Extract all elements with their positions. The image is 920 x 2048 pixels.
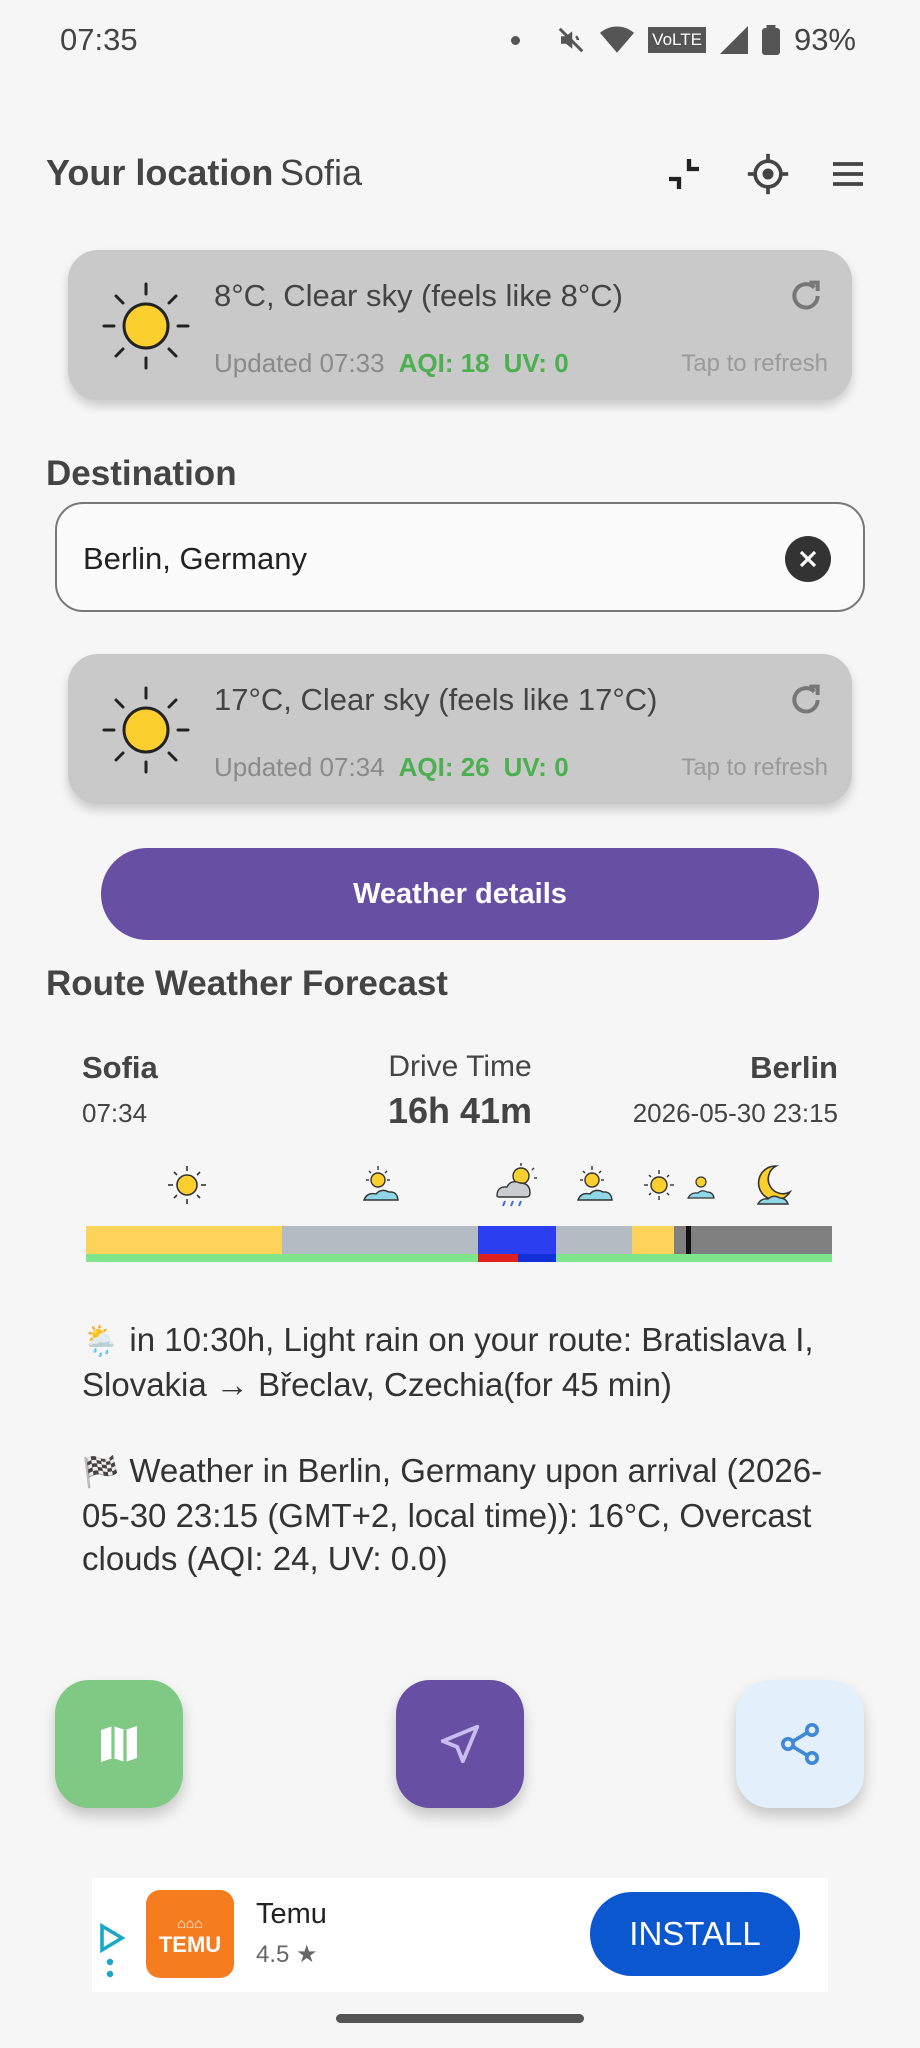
- my-location-button[interactable]: [740, 146, 796, 202]
- rain-alert-text: in 10:30h, Light rain on your route: Bra…: [82, 1321, 814, 1403]
- weather-details-button[interactable]: Weather details: [101, 848, 819, 940]
- battery-percent: 93%: [793, 22, 856, 57]
- status-time: 07:35: [60, 22, 138, 57]
- sun-rain-cloud-icon: [496, 1163, 537, 1207]
- segment-rain: [478, 1226, 556, 1254]
- destination-condition: 17°C, Clear sky (feels like 17°C): [214, 682, 658, 717]
- ad-rating: 4.5 ★: [256, 1941, 318, 1968]
- temu-logo-text: TEMU: [158, 1932, 222, 1957]
- segment-cloudy: [282, 1226, 478, 1254]
- your-location-label: Your location: [46, 152, 274, 193]
- origin-aqi: AQI: 18: [398, 348, 490, 378]
- map-button[interactable]: [55, 1680, 183, 1808]
- signal-icon: [719, 26, 748, 54]
- route-destination-city: Berlin: [750, 1050, 838, 1085]
- route-origin: Sofia 07:34: [82, 1050, 158, 1129]
- install-button[interactable]: INSTALL: [590, 1892, 800, 1976]
- destination-updated-row: Updated 07:34 AQI: 26 UV: 0: [214, 752, 569, 783]
- temu-logo: ⌂⌂⌂ TEMU: [146, 1890, 234, 1978]
- arrival-weather: 🏁 Weather in Berlin, Germany upon arrival…: [82, 1449, 852, 1580]
- partly-sunny-icon: [576, 1166, 613, 1201]
- segment-clear: [86, 1226, 282, 1254]
- route-weather-icons: [86, 1160, 832, 1216]
- sun-icon: [102, 282, 190, 370]
- sun-icon: [168, 1166, 206, 1204]
- rain-alert: 🌦️ in 10:30h, Light rain on your route: B…: [82, 1318, 852, 1406]
- segment-marker: [686, 1226, 691, 1254]
- my-location-icon: [747, 153, 789, 195]
- segment-clear: [632, 1226, 674, 1254]
- route-forecast-title: Route Weather Forecast: [46, 964, 448, 1003]
- origin-condition: 8°C, Clear sky (feels like 8°C): [214, 278, 623, 313]
- mute-icon: [558, 27, 584, 53]
- route-weather-timeline: [86, 1226, 832, 1262]
- route-origin-city: Sofia: [82, 1050, 158, 1085]
- origin-updated: Updated 07:33: [214, 348, 385, 378]
- adchoices-icon[interactable]: [98, 1922, 126, 1982]
- menu-icon: [833, 162, 863, 186]
- refresh-icon[interactable]: [786, 680, 826, 720]
- close-icon: [799, 550, 817, 568]
- moon-icon: [756, 1165, 793, 1205]
- route-destination: Berlin 2026-05-30 23:15: [633, 1050, 838, 1129]
- map-icon: [101, 1726, 137, 1762]
- refresh-icon[interactable]: [786, 276, 826, 316]
- route-arrival-time: 2026-05-30 23:15: [632, 1098, 838, 1128]
- segment-cloudy: [556, 1226, 632, 1254]
- aqi-strip-red: [478, 1254, 518, 1262]
- ad-banner[interactable]: ⌂⌂⌂ TEMU Temu 4.5 ★ INSTALL: [92, 1878, 828, 1992]
- destination-tap-hint: Tap to refresh: [681, 754, 828, 781]
- battery-icon: [761, 25, 780, 55]
- aqi-strip-blue: [518, 1254, 556, 1262]
- drive-time-label: Drive Time: [388, 1050, 532, 1083]
- route-drive-time: Drive Time 16h 41m: [310, 1050, 610, 1132]
- wifi-icon: [600, 26, 635, 53]
- route-forecast-text: 🌦️ in 10:30h, Light rain on your route: B…: [82, 1318, 852, 1623]
- origin-tap-hint: Tap to refresh: [681, 350, 828, 377]
- destination-uv: UV: 0: [503, 752, 569, 782]
- destination-weather-card[interactable]: 17°C, Clear sky (feels like 17°C) Update…: [68, 654, 852, 804]
- notification-dot: [511, 35, 521, 45]
- volte-badge: VoLTE: [648, 27, 706, 53]
- navigation-icon: [440, 1724, 480, 1764]
- collapse-icon: [669, 159, 699, 189]
- route-origin-time: 07:34: [82, 1098, 148, 1128]
- segment-night: [674, 1226, 832, 1254]
- menu-button[interactable]: [820, 146, 876, 202]
- current-location-name: Sofia: [280, 152, 363, 193]
- ad-app-name: Temu: [256, 1898, 327, 1930]
- destination-updated: Updated 07:34: [214, 752, 385, 782]
- drive-time-value: 16h 41m: [387, 1090, 533, 1131]
- arrival-weather-text: Weather in Berlin, Germany upon arrival …: [82, 1452, 823, 1577]
- destination-aqi: AQI: 26: [398, 752, 490, 782]
- origin-weather-card[interactable]: 8°C, Clear sky (feels like 8°C) Updated …: [68, 250, 852, 400]
- partly-sunny-icon: [687, 1176, 715, 1199]
- sun-rain-emoji: 🌦️: [82, 1325, 120, 1358]
- location-header: Your location Sofia: [46, 146, 874, 202]
- destination-label: Destination: [46, 454, 237, 493]
- home-indicator[interactable]: [336, 2014, 584, 2023]
- checkered-flag-emoji: 🏁: [82, 1456, 120, 1489]
- share-button[interactable]: [736, 1680, 864, 1808]
- navigate-button[interactable]: [396, 1680, 524, 1808]
- origin-updated-row: Updated 07:33 AQI: 18 UV: 0: [214, 348, 569, 379]
- clear-destination-button[interactable]: [785, 536, 831, 582]
- destination-input[interactable]: [83, 534, 743, 584]
- destination-field[interactable]: [55, 502, 865, 612]
- status-bar: 07:35 VoLTE 93%: [0, 0, 920, 84]
- sun-icon: [102, 686, 190, 774]
- share-icon: [781, 1723, 819, 1765]
- partly-sunny-icon: [362, 1166, 399, 1201]
- origin-uv: UV: 0: [503, 348, 569, 378]
- aqi-strip: [86, 1254, 832, 1262]
- collapse-button[interactable]: [656, 146, 712, 202]
